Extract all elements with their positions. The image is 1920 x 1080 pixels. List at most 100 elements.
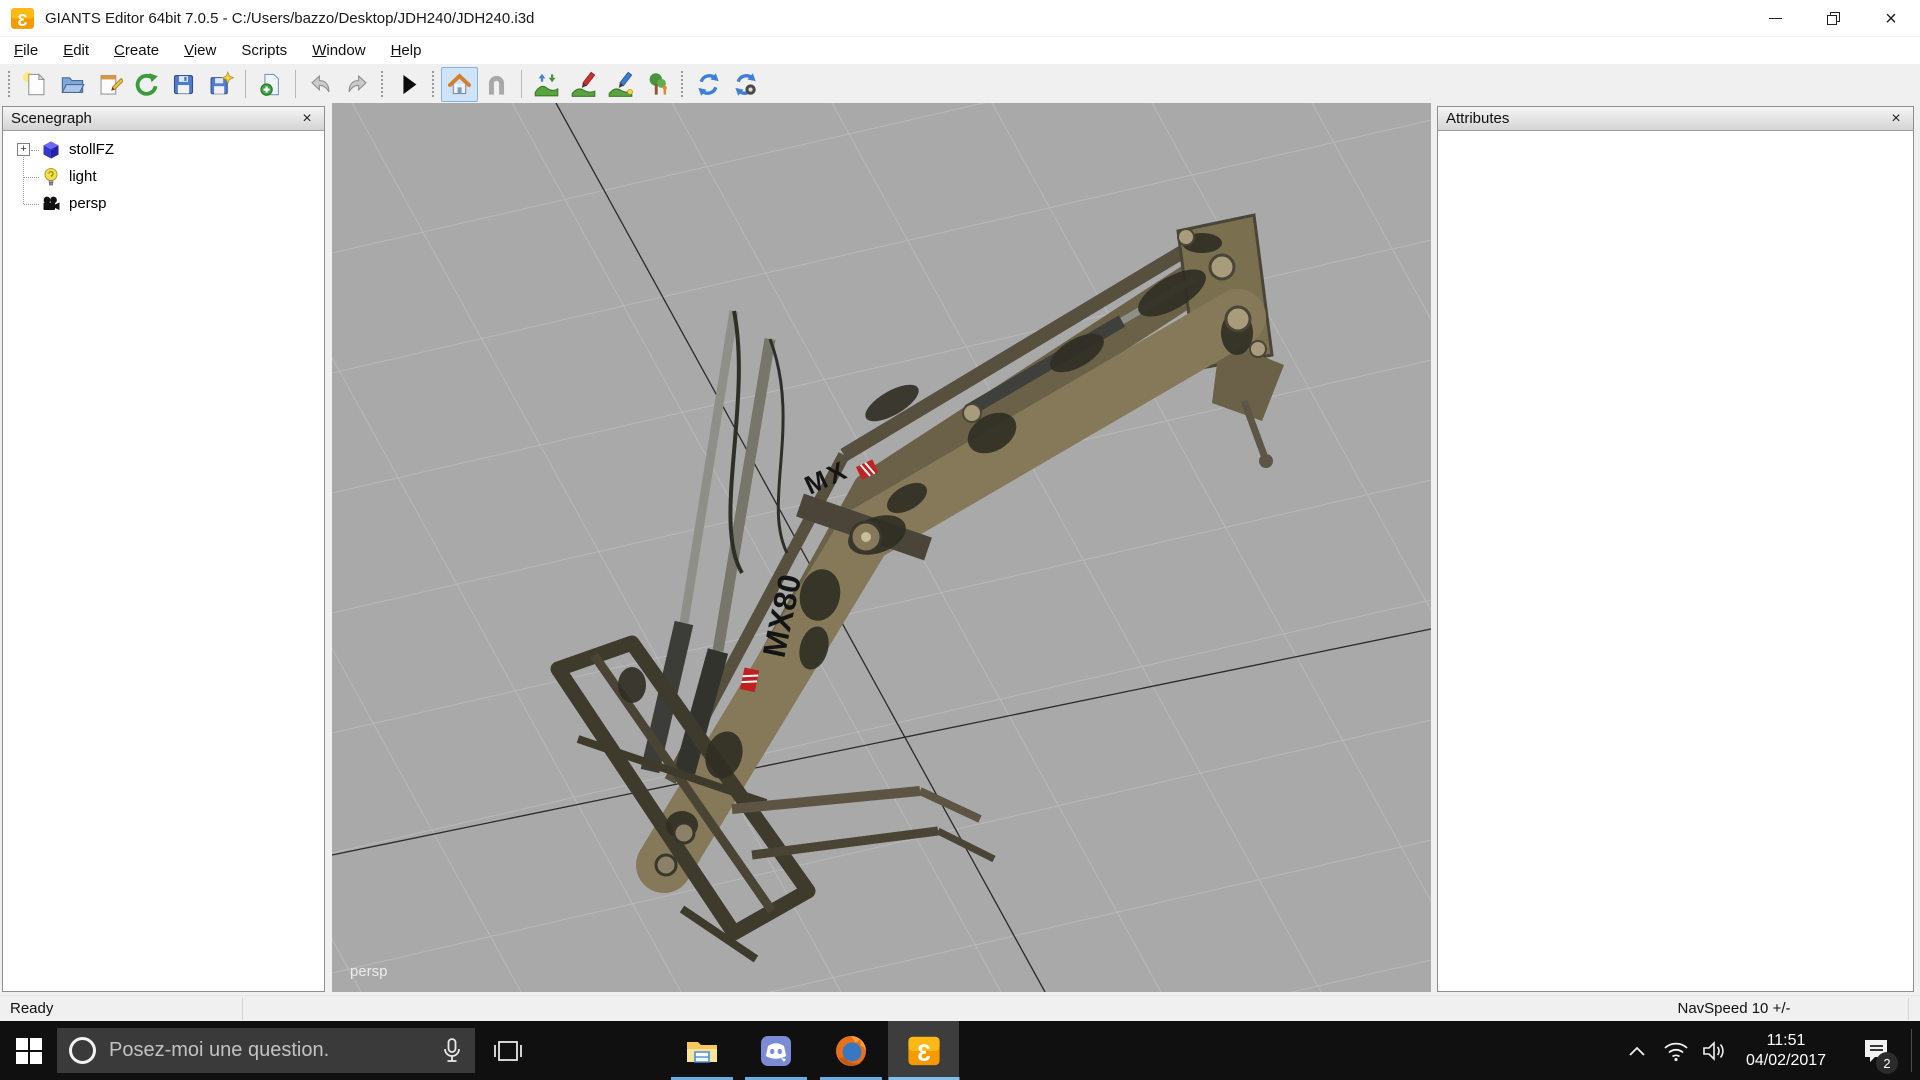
terrain-detail-icon bbox=[607, 71, 634, 98]
tree-node-persp[interactable]: persp bbox=[3, 191, 324, 218]
open-file-button[interactable] bbox=[54, 67, 91, 102]
menu-edit[interactable]: Edit bbox=[53, 39, 99, 62]
play-icon bbox=[395, 71, 422, 98]
import-button[interactable] bbox=[252, 67, 289, 102]
new-scene-icon bbox=[22, 71, 49, 98]
reload-icon bbox=[133, 71, 160, 98]
terrain-paint-button[interactable] bbox=[565, 67, 602, 102]
new-scene-button[interactable] bbox=[17, 67, 54, 102]
reload-scripts-icon bbox=[695, 71, 722, 98]
minimize-button[interactable] bbox=[1746, 0, 1804, 37]
tray-chevron-up-button[interactable] bbox=[1620, 1021, 1654, 1080]
toolbar-separator bbox=[521, 70, 522, 98]
magnet-snap-button[interactable] bbox=[478, 67, 515, 102]
giants-editor-icon: 3 bbox=[907, 1034, 941, 1068]
tray-clock[interactable]: 11:51 04/02/2017 bbox=[1736, 1021, 1836, 1080]
undo-button[interactable] bbox=[302, 67, 339, 102]
foliage-button[interactable] bbox=[639, 67, 676, 102]
taskbar-app-firefox[interactable] bbox=[815, 1021, 887, 1080]
toolbar-grip[interactable] bbox=[432, 71, 436, 97]
cortana-search-input[interactable]: Posez-moi une question. bbox=[57, 1028, 475, 1073]
menu-scripts[interactable]: Scripts bbox=[231, 39, 297, 62]
toolbar-grip[interactable] bbox=[681, 71, 685, 97]
menu-create[interactable]: Create bbox=[104, 39, 169, 62]
undo-icon bbox=[307, 71, 334, 98]
toolbar-separator bbox=[245, 70, 246, 98]
statusbar-separator bbox=[1908, 998, 1909, 1020]
taskbar-app-discord[interactable] bbox=[740, 1021, 812, 1080]
file-explorer-icon bbox=[685, 1036, 719, 1066]
title-bar: 3 GIANTS Editor 64bit 7.0.5 - C:/Users/b… bbox=[0, 0, 1920, 37]
status-bar: Ready NavSpeed 10 +/- bbox=[0, 995, 1920, 1021]
foliage-icon bbox=[644, 71, 671, 98]
microphone-icon[interactable] bbox=[441, 1037, 463, 1065]
tray-wifi-button[interactable] bbox=[1658, 1021, 1694, 1080]
home-camera-icon bbox=[446, 71, 473, 98]
camera-icon bbox=[41, 194, 61, 214]
viewport-3d[interactable]: MX MX80 persp bbox=[332, 103, 1431, 992]
window-title: GIANTS Editor 64bit 7.0.5 - C:/Users/baz… bbox=[45, 10, 534, 27]
terrain-detail-button[interactable] bbox=[602, 67, 639, 102]
scenegraph-title: Scenegraph bbox=[11, 110, 92, 127]
reload-button[interactable] bbox=[128, 67, 165, 102]
show-desktop-button[interactable] bbox=[1911, 1029, 1912, 1072]
svg-text:3: 3 bbox=[917, 1039, 930, 1066]
menu-bar: File Edit Create View Scripts Window Hel… bbox=[0, 37, 1920, 64]
taskbar: Posez-moi une question. bbox=[0, 1021, 1920, 1080]
navspeed-indicator: NavSpeed 10 +/- bbox=[1560, 1000, 1908, 1017]
task-view-button[interactable] bbox=[486, 1021, 530, 1080]
cube-icon bbox=[41, 140, 61, 160]
toolbar-grip[interactable] bbox=[8, 71, 12, 97]
start-button[interactable] bbox=[0, 1021, 58, 1080]
redo-button[interactable] bbox=[339, 67, 376, 102]
save-as-button[interactable] bbox=[202, 67, 239, 102]
tree-node-stollFZ[interactable]: + stollFZ bbox=[3, 137, 324, 164]
save-as-icon bbox=[207, 71, 234, 98]
scenegraph-header: Scenegraph × bbox=[3, 107, 324, 131]
home-camera-button[interactable] bbox=[441, 67, 478, 102]
terrain-paint-icon bbox=[570, 71, 597, 98]
restore-button[interactable] bbox=[1804, 0, 1862, 37]
taskbar-app-file-explorer[interactable] bbox=[666, 1021, 738, 1080]
attributes-close-icon[interactable]: × bbox=[1887, 111, 1905, 127]
discord-icon bbox=[759, 1034, 793, 1068]
terrain-sculpt-button[interactable] bbox=[528, 67, 565, 102]
clock-time: 11:51 bbox=[1767, 1031, 1806, 1051]
statusbar-separator bbox=[242, 998, 243, 1020]
action-center-button[interactable]: 2 bbox=[1846, 1021, 1906, 1080]
tree-node-light[interactable]: light bbox=[3, 164, 324, 191]
menu-view[interactable]: View bbox=[174, 39, 226, 62]
edit-notes-button[interactable] bbox=[91, 67, 128, 102]
menu-file[interactable]: File bbox=[4, 39, 48, 62]
taskbar-app-giants-editor[interactable]: 3 bbox=[888, 1021, 959, 1080]
windows-logo-icon bbox=[16, 1038, 42, 1064]
menu-window[interactable]: Window bbox=[302, 39, 375, 62]
reload-scripts-button[interactable] bbox=[690, 67, 727, 102]
save-button[interactable] bbox=[165, 67, 202, 102]
toolbar-grip[interactable] bbox=[381, 71, 385, 97]
lightbulb-icon bbox=[41, 167, 61, 187]
cortana-icon bbox=[69, 1037, 96, 1064]
tray-volume-button[interactable] bbox=[1696, 1021, 1734, 1080]
menu-help[interactable]: Help bbox=[381, 39, 432, 62]
scenegraph-panel: Scenegraph × + stollFZ bbox=[2, 106, 325, 992]
magnet-snap-icon bbox=[483, 71, 510, 98]
open-file-icon bbox=[59, 71, 86, 98]
camera-label: persp bbox=[350, 963, 388, 980]
expand-icon[interactable]: + bbox=[17, 143, 30, 156]
script-settings-button[interactable] bbox=[727, 67, 764, 102]
scenegraph-close-icon[interactable]: × bbox=[298, 111, 316, 127]
tree-node-label: stollFZ bbox=[69, 141, 114, 158]
close-button[interactable]: × bbox=[1862, 0, 1920, 37]
restore-icon bbox=[1827, 12, 1840, 25]
play-button[interactable] bbox=[390, 67, 427, 102]
scenegraph-tree: + stollFZ light bbox=[3, 131, 324, 218]
status-text: Ready bbox=[10, 1000, 53, 1017]
import-icon bbox=[257, 71, 284, 98]
firefox-icon bbox=[834, 1034, 868, 1068]
tree-node-label: light bbox=[69, 168, 97, 185]
attributes-title: Attributes bbox=[1446, 110, 1509, 127]
toolbar bbox=[0, 64, 1920, 104]
svg-text:3: 3 bbox=[17, 9, 27, 29]
script-settings-icon bbox=[732, 71, 759, 98]
